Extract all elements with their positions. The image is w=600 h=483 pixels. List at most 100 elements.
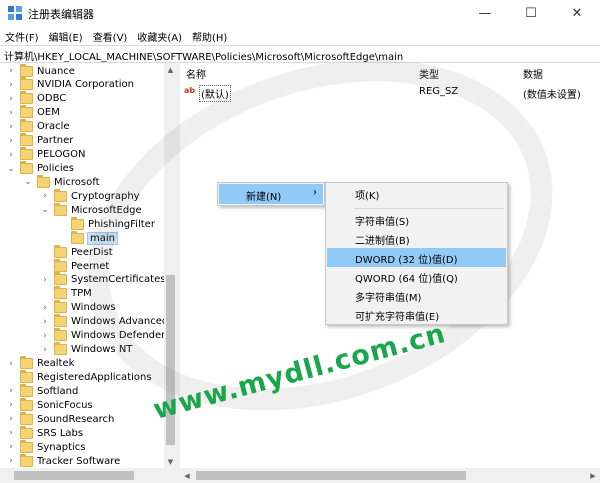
tree-node-label: PELOGON [37, 149, 86, 161]
tree-node[interactable]: › Nuance [9, 63, 75, 78]
value-type: REG_SZ [419, 86, 459, 97]
maximize-icon: ☐ [525, 5, 537, 21]
values-hscroll-thumb[interactable] [196, 471, 466, 480]
menu-bar: 文件(F) 编辑(E) 查看(V) 收藏夹(A) 帮助(H) [0, 26, 600, 45]
tree-node[interactable]: PhishingFilter [71, 216, 155, 231]
tree-node[interactable]: TPM [54, 286, 92, 301]
value-row[interactable]: ab (默认) REG_SZ (数值未设置) [180, 84, 600, 102]
chevron-down-icon[interactable]: ⌄ [40, 203, 50, 217]
tree-node[interactable]: › OEM [9, 105, 60, 120]
menu-favorites[interactable]: 收藏夹(A) [132, 26, 187, 45]
column-header-name[interactable]: 名称 [186, 66, 206, 81]
submenu-item-dword[interactable]: DWORD (32 位)值(D) [327, 248, 506, 267]
tree-node[interactable]: › Oracle [9, 119, 70, 134]
tree-node-label: Nuance [37, 65, 75, 77]
regedit-app-icon [8, 6, 22, 20]
tree-node[interactable]: ⌄ Policies [7, 161, 74, 176]
chevron-right-icon[interactable]: › [40, 301, 50, 315]
folder-icon [54, 258, 67, 272]
submenu-arrow-icon: › [313, 187, 317, 198]
menu-view[interactable]: 查看(V) [88, 26, 133, 45]
chevron-right-icon[interactable]: › [40, 329, 50, 343]
column-header-data[interactable]: 数据 [523, 66, 543, 81]
maximize-button[interactable]: ☐ [508, 0, 554, 26]
chevron-down-icon[interactable]: ⌄ [6, 162, 16, 176]
tree-vertical-scrollbar[interactable]: ▲ ▼ [164, 63, 177, 468]
menu-help[interactable]: 帮助(H) [187, 26, 232, 45]
tree-pane[interactable]: › Nuance › NVIDIA Corporation › ODBC › OEM › Orac… [0, 63, 177, 483]
menu-file[interactable]: 文件(F) [0, 26, 44, 45]
chevron-right-icon[interactable]: › [6, 398, 16, 412]
chevron-right-icon[interactable]: › [6, 357, 16, 371]
chevron-right-icon[interactable]: › [6, 134, 16, 148]
address-bar[interactable]: 计算机\HKEY_LOCAL_MACHINE\SOFTWARE\Policies… [0, 45, 600, 63]
folder-icon [20, 369, 33, 383]
tree-hscroll-thumb[interactable] [14, 471, 134, 480]
submenu-item-key[interactable]: 项(K) [327, 184, 506, 203]
chevron-right-icon[interactable]: › [6, 92, 16, 106]
chevron-right-icon[interactable]: › [6, 454, 16, 468]
chevron-right-icon[interactable]: › [40, 343, 50, 357]
tree-node[interactable]: PeerDist [54, 244, 113, 259]
tree-node-label: SystemCertificates [71, 274, 166, 286]
tree-node[interactable]: › Softland [9, 383, 78, 398]
tree-node[interactable]: › Realtek [9, 356, 74, 371]
chevron-right-icon[interactable]: › [40, 273, 50, 287]
scroll-down-icon[interactable]: ▼ [164, 455, 177, 468]
tree-node[interactable]: › ODBC [9, 91, 66, 106]
submenu-item-string[interactable]: 字符串值(S) [327, 210, 506, 229]
tree-node[interactable]: › Windows NT [43, 342, 132, 357]
chevron-right-icon[interactable]: › [6, 426, 16, 440]
values-horizontal-scrollbar[interactable]: ◀ ▶ [180, 468, 600, 483]
tree-node[interactable]: › Windows [43, 300, 116, 315]
tree-node[interactable]: › Windows Defender [43, 328, 165, 343]
tree-node[interactable]: › PELOGON [9, 147, 86, 162]
scroll-left-icon[interactable]: ◀ [180, 468, 194, 483]
close-button[interactable]: ✕ [554, 0, 600, 26]
chevron-right-icon[interactable]: › [40, 189, 50, 203]
menu-edit[interactable]: 编辑(E) [44, 26, 88, 45]
tree-node[interactable]: › SRS Labs [9, 425, 83, 440]
tree-node[interactable]: Peernet [54, 258, 109, 273]
chevron-right-icon[interactable]: › [6, 412, 16, 426]
submenu-item-string-label: 字符串值(S) [355, 217, 410, 228]
tree-node[interactable]: › SonicFocus [9, 397, 93, 412]
tree-node[interactable]: › SoundResearch [9, 411, 114, 426]
tree-node[interactable]: RegisteredApplications [20, 369, 152, 384]
tree-node-label: Windows Advanced T [71, 316, 177, 328]
submenu-item-qword[interactable]: QWORD (64 位)值(Q) [327, 267, 506, 286]
submenu-item-multi-string[interactable]: 多字符串值(M) [327, 286, 506, 305]
tree-node[interactable]: main [71, 230, 118, 245]
submenu-item-multi-string-label: 多字符串值(M) [355, 293, 422, 304]
chevron-down-icon[interactable]: ⌄ [23, 175, 33, 189]
submenu-item-binary[interactable]: 二进制值(B) [327, 229, 506, 248]
tree-node[interactable]: › Synaptics [9, 439, 86, 454]
tree-horizontal-scrollbar[interactable] [0, 468, 164, 483]
chevron-right-icon[interactable]: › [6, 120, 16, 134]
submenu-item-expandable-string[interactable]: 可扩充字符串值(E) [327, 305, 506, 324]
chevron-right-icon[interactable]: › [6, 78, 16, 92]
tree-node-label: MicrosoftEdge [71, 204, 142, 216]
tree-node[interactable]: › Tracker Software [9, 453, 120, 468]
chevron-right-icon[interactable]: › [6, 440, 16, 454]
folder-icon [54, 314, 67, 328]
tree-node[interactable]: ⌄ MicrosoftEdge [41, 202, 142, 217]
tree-node[interactable]: › Windows Advanced T [43, 314, 177, 329]
tree-scroll-thumb[interactable] [166, 275, 175, 445]
chevron-right-icon[interactable]: › [6, 64, 16, 78]
window-title: 注册表编辑器 [28, 8, 94, 21]
chevron-right-icon[interactable]: › [40, 315, 50, 329]
tree-node[interactable]: ⌄ Microsoft [24, 174, 100, 189]
tree-node[interactable]: › Cryptography [43, 188, 140, 203]
tree-node[interactable]: › SystemCertificates [43, 272, 166, 287]
chevron-right-icon[interactable]: › [6, 384, 16, 398]
tree-node[interactable]: › NVIDIA Corporation [9, 77, 134, 92]
minimize-button[interactable]: — [462, 0, 508, 26]
chevron-right-icon[interactable]: › [6, 148, 16, 162]
scroll-up-icon[interactable]: ▲ [164, 63, 177, 76]
context-item-new[interactable]: 新建(N) › [219, 184, 323, 204]
column-header-type[interactable]: 类型 [419, 66, 439, 81]
chevron-right-icon[interactable]: › [6, 106, 16, 120]
tree-node[interactable]: › Partner [9, 133, 73, 148]
scroll-right-icon[interactable]: ▶ [586, 468, 600, 483]
